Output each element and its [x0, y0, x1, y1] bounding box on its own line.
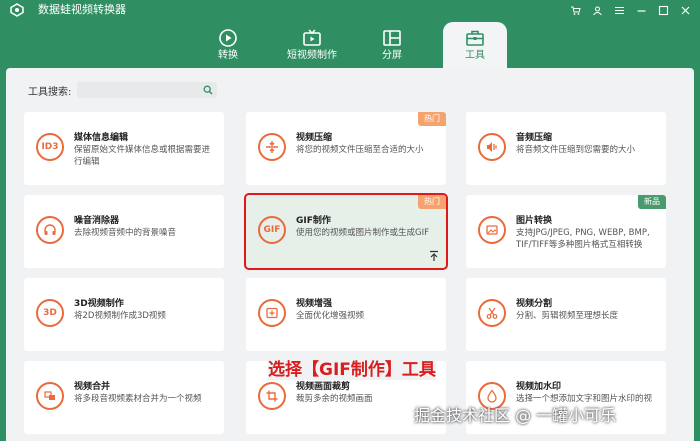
- tab-convert-label: 转换: [218, 50, 238, 61]
- tab-tools[interactable]: 工具: [443, 22, 507, 68]
- tool-card-title: 3D视频制作: [74, 299, 124, 309]
- tool-search: 工具搜索:: [28, 82, 218, 103]
- tool-card-title: 视频压缩: [296, 133, 333, 143]
- app-logo-icon: [10, 3, 24, 17]
- cart-icon[interactable]: [566, 2, 584, 18]
- hot-badge: 热门: [418, 112, 446, 126]
- search-label: 工具搜索:: [28, 86, 72, 98]
- tab-split-screen-label: 分屏: [382, 50, 402, 61]
- tool-card-desc: 使用您的视频或图片制作或生成GIF: [296, 228, 429, 238]
- tv-icon: [303, 29, 321, 46]
- search-icon[interactable]: [203, 85, 213, 95]
- tool-card-title: 图片转换: [516, 216, 553, 226]
- tool-card-desc: 支持JPG/JPEG, PNG, WEBP, BMP, TIF/TIFF等多种图…: [516, 228, 650, 250]
- crop-icon: [258, 382, 286, 410]
- tool-card-desc: 将多段音视频素材合并为一个视频: [74, 394, 202, 404]
- tool-card-title: 视频加水印: [516, 382, 562, 392]
- tools-panel: 工具搜索: ID3 媒体信息编辑 保留原始文件媒体信息或根据需要进行编辑 热门 …: [6, 68, 694, 441]
- search-box[interactable]: [77, 82, 218, 103]
- tool-card-desc: 全面优化增强视频: [296, 311, 365, 321]
- tool-card-noise-remover[interactable]: 噪音消除器 去除视频音频中的背景噪音: [24, 195, 224, 268]
- tool-card-video-enhance[interactable]: 视频增强 全面优化增强视频: [246, 278, 446, 351]
- app-title: 数据蛙视频转换器: [38, 3, 126, 16]
- instruction-annotation: 选择【GIF制作】工具: [268, 355, 436, 380]
- tool-card-title: 视频分割: [516, 299, 553, 309]
- convert-icon: [219, 29, 237, 47]
- headphones-icon: [36, 216, 64, 244]
- new-badge: 新品: [638, 195, 666, 209]
- compress-icon: [258, 133, 286, 161]
- maximize-icon[interactable]: [654, 2, 672, 18]
- pin-to-top-icon[interactable]: [428, 250, 440, 262]
- tool-card-desc: 保留原始文件媒体信息或根据需要进行编辑: [74, 145, 211, 167]
- tool-card-desc: 将2D视频制作成3D视频: [74, 311, 166, 321]
- merge-icon: [36, 382, 64, 410]
- site-watermark: 掘金技术社区 @ 一罐小可乐: [414, 406, 617, 425]
- tool-card-title: 视频画面裁剪: [296, 382, 351, 392]
- tool-card-title: 视频增强: [296, 299, 333, 309]
- main-nav: 转换 短视频制作 分屏 工具: [0, 20, 700, 68]
- title-bar: 数据蛙视频转换器: [0, 0, 700, 20]
- hot-badge: 热门: [418, 195, 446, 209]
- tool-card-title: 媒体信息编辑: [74, 133, 129, 143]
- tool-card-media-info[interactable]: ID3 媒体信息编辑 保留原始文件媒体信息或根据需要进行编辑: [24, 112, 224, 185]
- enhance-icon: [258, 299, 286, 327]
- close-icon[interactable]: [676, 2, 694, 18]
- account-icon[interactable]: [588, 2, 606, 18]
- tool-card-title: 视频合并: [74, 382, 111, 392]
- 3d-icon: 3D: [36, 299, 64, 327]
- menu-icon[interactable]: [610, 2, 628, 18]
- tool-card-desc: 去除视频音频中的背景噪音: [74, 228, 177, 238]
- tool-card-video-split[interactable]: 视频分割 分割、剪辑视频至理想长度: [466, 278, 666, 351]
- tool-card-desc: 分割、剪辑视频至理想长度: [516, 311, 619, 321]
- search-input[interactable]: [77, 86, 201, 103]
- tool-card-video-compress[interactable]: 热门 视频压缩 将您的视频文件压缩至合适的大小: [246, 112, 446, 185]
- tool-card-image-convert[interactable]: 新品 图片转换 支持JPG/JPEG, PNG, WEBP, BMP, TIF/…: [466, 195, 666, 268]
- tab-short-video[interactable]: 短视频制作: [272, 22, 352, 68]
- tool-card-audio-compress[interactable]: 音频压缩 将音频文件压缩到您需要的大小: [466, 112, 666, 185]
- gif-icon: GIF: [258, 216, 286, 244]
- image-convert-icon: [478, 216, 506, 244]
- minimize-icon[interactable]: [632, 2, 650, 18]
- split-screen-icon: [383, 30, 401, 46]
- audio-compress-icon: [478, 133, 506, 161]
- tool-card-title: 音频压缩: [516, 133, 553, 143]
- tab-split-screen[interactable]: 分屏: [362, 22, 422, 68]
- toolbox-icon: [466, 30, 484, 46]
- tool-card-desc: 将您的视频文件压缩至合适的大小: [296, 145, 424, 155]
- tab-tools-label: 工具: [465, 50, 485, 61]
- tool-card-3d-maker[interactable]: 3D 3D视频制作 将2D视频制作成3D视频: [24, 278, 224, 351]
- tool-card-gif-maker[interactable]: 热门 GIF GIF制作 使用您的视频或图片制作或生成GIF: [244, 193, 448, 270]
- tool-card-video-merge[interactable]: 视频合并 将多段音视频素材合并为一个视频: [24, 361, 224, 434]
- tab-convert[interactable]: 转换: [198, 22, 258, 68]
- tool-card-title: GIF制作: [296, 216, 331, 226]
- tab-short-video-label: 短视频制作: [287, 50, 337, 61]
- scissors-icon: [478, 299, 506, 327]
- tool-card-desc: 将音频文件压缩到您需要的大小: [516, 145, 636, 155]
- tool-card-title: 噪音消除器: [74, 216, 120, 226]
- id3-icon: ID3: [36, 133, 64, 161]
